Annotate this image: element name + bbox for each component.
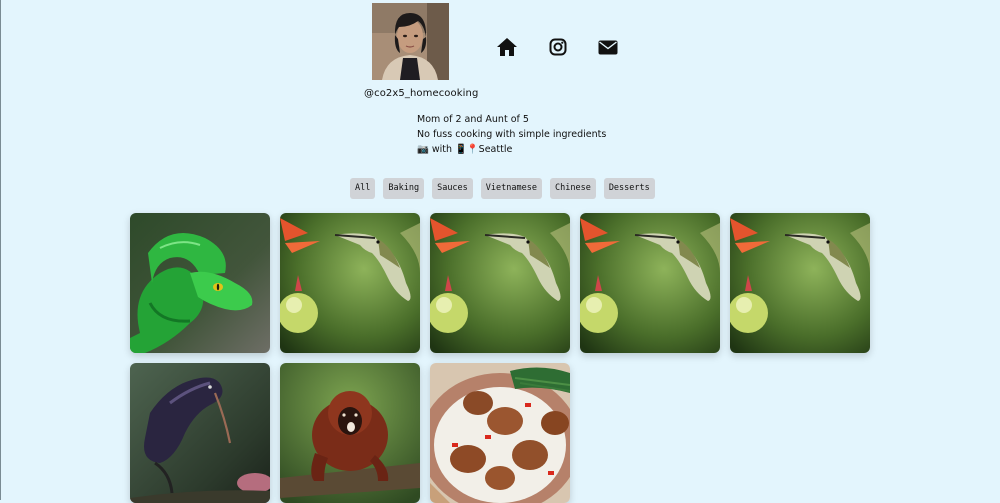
filter-vietnamese[interactable]: Vietnamese [480,178,542,199]
gallery-item-crow[interactable] [130,363,270,503]
hummingbird-photo [280,213,420,353]
photo-gallery [130,213,870,503]
window-edge [0,0,1,500]
filter-chinese[interactable]: Chinese [549,178,596,199]
home-icon[interactable] [495,35,519,59]
hummingbird-photo [430,213,570,353]
instagram-icon[interactable] [546,35,570,59]
monkey-photo [280,363,420,503]
bio-line: No fuss cooking with simple ingredients [417,129,607,140]
bio-line: 📷 with 📱📍Seattle [417,144,513,155]
filter-baking[interactable]: Baking [383,178,425,199]
avatar[interactable] [372,3,449,80]
gallery-item-hummingbird[interactable] [580,213,720,353]
gallery-item-hummingbird[interactable] [730,213,870,353]
social-nav [495,35,625,59]
avatar-photo [372,3,449,80]
filter-desserts[interactable]: Desserts [603,178,655,199]
crow-photo [130,363,270,503]
profile-handle: @co2x5_homecooking [364,88,479,99]
gallery-item-hummingbird[interactable] [430,213,570,353]
gallery-item-monkey[interactable] [280,363,420,503]
hummingbird-photo [580,213,720,353]
snake-photo [130,213,270,353]
profile-bio: Mom of 2 and Aunt of 5 No fuss cooking w… [417,112,657,157]
food-photo [430,363,570,503]
hummingbird-photo [730,213,870,353]
filter-sauces[interactable]: Sauces [432,178,473,199]
gallery-item-chicken-dish[interactable] [430,363,570,503]
email-icon[interactable] [596,35,620,59]
filter-all[interactable]: All [350,178,376,199]
category-filters: All Baking Sauces Vietnamese Chinese Des… [350,178,655,199]
bio-line: Mom of 2 and Aunt of 5 [417,114,529,125]
gallery-item-snake[interactable] [130,213,270,353]
gallery-item-hummingbird[interactable] [280,213,420,353]
